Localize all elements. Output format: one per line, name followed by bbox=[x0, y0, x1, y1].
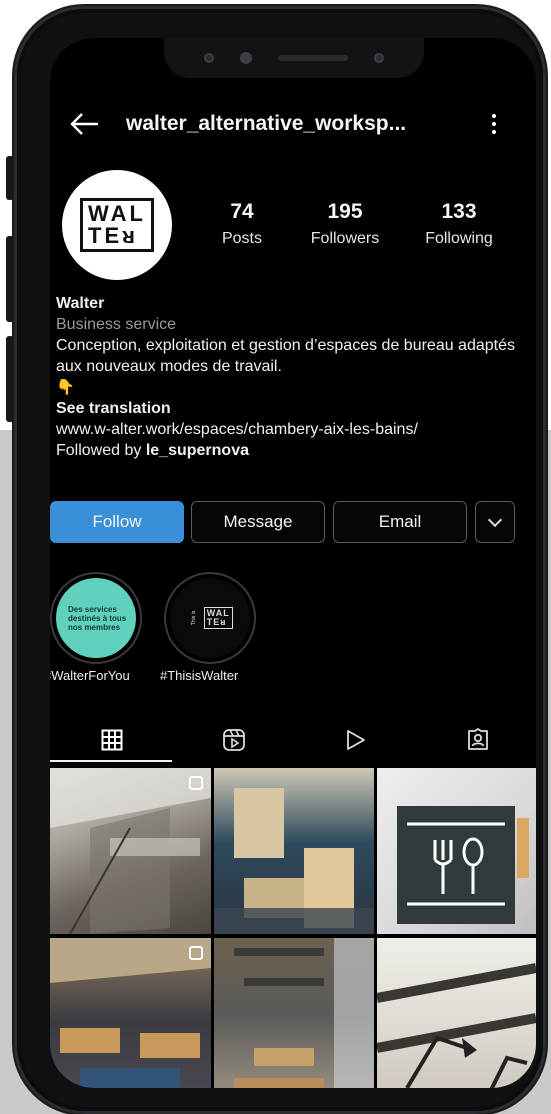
following-count: 133 bbox=[441, 200, 477, 223]
play-icon bbox=[347, 730, 365, 750]
stat-posts[interactable]: 74 Posts bbox=[212, 200, 272, 248]
posts-grid bbox=[50, 768, 536, 1088]
posts-count: 74 bbox=[230, 200, 254, 223]
post-thumbnail[interactable] bbox=[377, 768, 536, 934]
profile-name: Walter bbox=[56, 295, 105, 312]
tab-grid[interactable] bbox=[50, 718, 174, 762]
highlight-walterforyou[interactable]: Des services destinés à tous nos membres bbox=[50, 572, 142, 664]
grid-icon bbox=[101, 729, 123, 751]
multi-post-icon bbox=[189, 776, 203, 790]
post-thumbnail[interactable] bbox=[214, 768, 374, 934]
office-desks-image bbox=[214, 788, 374, 934]
back-arrow-icon[interactable] bbox=[68, 110, 102, 138]
highlight-cover-logo: This is WAL TEᴚ bbox=[170, 578, 250, 658]
active-tab-indicator bbox=[50, 760, 172, 762]
followed-by-user[interactable]: le_supernova bbox=[146, 442, 249, 459]
suggestions-dropdown-button[interactable] bbox=[475, 501, 515, 543]
post-thumbnail[interactable] bbox=[50, 938, 211, 1088]
profile-username: walter_alternative_worksp... bbox=[126, 112, 407, 135]
profile-avatar[interactable]: WAL TEᴚ bbox=[62, 170, 172, 280]
tagged-icon bbox=[468, 728, 488, 750]
reels-icon bbox=[223, 729, 245, 751]
more-options-icon[interactable] bbox=[486, 110, 502, 138]
posts-label: Posts bbox=[221, 230, 262, 247]
phone-notch bbox=[164, 38, 424, 78]
sensor-dot-right bbox=[374, 53, 384, 63]
phone-side-button-low bbox=[6, 336, 14, 422]
tab-tagged[interactable] bbox=[416, 718, 536, 762]
chevron-down-icon bbox=[487, 512, 503, 527]
email-button[interactable]: Email bbox=[333, 501, 467, 543]
phone-screen: walter_alternative_worksp... WAL TEᴚ 74 … bbox=[50, 38, 536, 1088]
stat-following[interactable]: 133 Following bbox=[416, 200, 502, 248]
highlight-thisiswalter[interactable]: This is WAL TEᴚ bbox=[164, 572, 256, 664]
speaker-grille bbox=[278, 55, 348, 61]
desk-lamps-image bbox=[377, 963, 536, 1088]
profile-bio: Walter Business service Conception, expl… bbox=[56, 293, 526, 461]
followed-by[interactable]: Followed by le_supernova bbox=[56, 440, 526, 461]
message-button[interactable]: Message bbox=[191, 501, 325, 543]
see-translation-link[interactable]: See translation bbox=[56, 398, 526, 419]
profile-header: walter_alternative_worksp... bbox=[50, 104, 536, 144]
highlight-label-thisiswalter: #ThisisWalter bbox=[160, 668, 239, 683]
followers-count: 195 bbox=[327, 200, 363, 223]
follow-button[interactable]: Follow bbox=[50, 501, 184, 543]
pointing-down-emoji: 👇 bbox=[56, 379, 75, 396]
sensor-dot bbox=[240, 52, 252, 64]
walter-mini-logo: WAL TEᴚ bbox=[203, 607, 233, 629]
following-label: Following bbox=[425, 230, 493, 247]
profile-tabs bbox=[50, 718, 536, 762]
followers-label: Followers bbox=[310, 230, 380, 247]
profile-category: Business service bbox=[56, 316, 177, 333]
restaurant-sign-image bbox=[397, 806, 529, 924]
open-space-image bbox=[234, 938, 374, 1088]
tab-reels[interactable] bbox=[172, 718, 296, 762]
highlight-cover: Des services destinés à tous nos membres bbox=[56, 578, 136, 658]
office-corridor-image bbox=[50, 768, 211, 934]
post-thumbnail[interactable] bbox=[50, 768, 211, 934]
multi-post-icon bbox=[189, 946, 203, 960]
post-thumbnail[interactable] bbox=[377, 938, 536, 1088]
phone-side-button-mid bbox=[6, 236, 14, 322]
stat-followers[interactable]: 195 Followers bbox=[302, 200, 388, 248]
tab-videos[interactable] bbox=[294, 718, 418, 762]
walter-logo: WAL TEᴚ bbox=[80, 198, 154, 252]
camera-dot bbox=[204, 53, 214, 63]
profile-link[interactable]: www.w-alter.work/espaces/chambery-aix-le… bbox=[56, 419, 526, 440]
bio-text: Conception, exploitation et gestion d’es… bbox=[56, 337, 515, 375]
phone-side-button-top bbox=[6, 156, 14, 200]
post-thumbnail[interactable] bbox=[214, 938, 374, 1088]
office-room-image bbox=[50, 938, 211, 1088]
highlight-label-walterforyou: #WalterForYou bbox=[50, 668, 130, 683]
